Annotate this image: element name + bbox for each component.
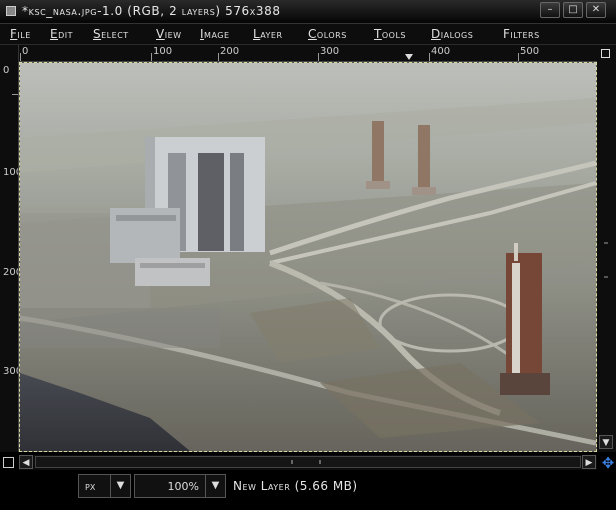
- ruler-label: 400: [431, 46, 451, 57]
- menu-image[interactable]: Image: [200, 27, 230, 41]
- unit-value: px: [85, 480, 96, 493]
- ruler-label: 500: [520, 46, 540, 57]
- image-canvas[interactable]: [19, 62, 597, 452]
- ruler-label: 300: [320, 46, 340, 57]
- menu-filters[interactable]: Filters: [503, 27, 540, 41]
- unit-select[interactable]: px ▼: [78, 474, 131, 498]
- close-button[interactable]: ✕: [586, 2, 606, 18]
- scroll-right-arrow[interactable]: ▶: [582, 455, 596, 469]
- pointer-marker: [405, 54, 413, 60]
- vertical-scrollbar[interactable]: ▼: [597, 62, 616, 452]
- ruler-tick: [429, 53, 430, 61]
- app-icon: [6, 6, 16, 16]
- ksc-photo: [20, 63, 596, 451]
- ruler-label: 200: [220, 46, 240, 57]
- status-message: New Layer (5.66 MB): [233, 479, 358, 493]
- menu-dialogs[interactable]: Dialogs: [431, 27, 473, 41]
- window-title: *ksc_nasa.jpg-1.0 (RGB, 2 layers) 576x38…: [22, 4, 281, 18]
- menu-file[interactable]: File: [10, 27, 31, 41]
- horizontal-scrollbar[interactable]: ◀ ▶: [19, 455, 597, 470]
- menu-bar: File Edit Select View Image Layer Colors…: [0, 24, 616, 45]
- ruler-tick: [151, 53, 152, 61]
- ruler-tick: [20, 53, 21, 61]
- chevron-down-icon[interactable]: ▼: [110, 475, 130, 497]
- scroll-track[interactable]: [35, 456, 581, 468]
- ruler-label: 100: [153, 46, 173, 57]
- zoom-value: 100%: [167, 480, 199, 493]
- zoom-select[interactable]: 100% ▼: [134, 474, 226, 498]
- ruler-label: 300: [3, 366, 18, 377]
- zoom-to-fit-button[interactable]: [597, 45, 616, 62]
- navigate-icon[interactable]: ✥: [600, 455, 616, 471]
- menu-select[interactable]: Select: [93, 27, 129, 41]
- menu-edit[interactable]: Edit: [50, 27, 73, 41]
- ruler-tick: [12, 94, 18, 95]
- ruler-label: 200: [3, 267, 18, 278]
- menu-arrow-button[interactable]: [0, 45, 19, 62]
- ruler-label: 0: [22, 46, 29, 57]
- zoom-icon: [601, 49, 610, 58]
- chevron-down-icon[interactable]: ▼: [205, 475, 225, 497]
- ruler-label: 0: [3, 65, 10, 76]
- maximize-button[interactable]: □: [563, 2, 583, 18]
- ruler-tick: [318, 53, 319, 61]
- minimize-button[interactable]: –: [540, 2, 560, 18]
- menu-tools[interactable]: Tools: [374, 27, 406, 41]
- ruler-tick: [218, 53, 219, 61]
- title-bar: *ksc_nasa.jpg-1.0 (RGB, 2 layers) 576x38…: [0, 0, 616, 24]
- status-bar: px ▼ 100% ▼ New Layer (5.66 MB): [0, 472, 616, 510]
- menu-colors[interactable]: Colors: [308, 27, 347, 41]
- menu-view[interactable]: View: [156, 27, 182, 41]
- vertical-ruler[interactable]: 0 100 200 300: [0, 62, 19, 452]
- scroll-down-arrow[interactable]: ▼: [599, 435, 613, 449]
- ruler-label: 100: [3, 167, 18, 178]
- menu-layer[interactable]: Layer: [253, 27, 283, 41]
- ruler-tick: [518, 53, 519, 61]
- scroll-grip-icon: [291, 460, 321, 464]
- horizontal-ruler[interactable]: 0 100 200 300 400 500: [19, 45, 597, 62]
- scroll-left-arrow[interactable]: ◀: [19, 455, 33, 469]
- quick-mask-icon[interactable]: [3, 457, 14, 468]
- scroll-grip-icon: [604, 242, 608, 278]
